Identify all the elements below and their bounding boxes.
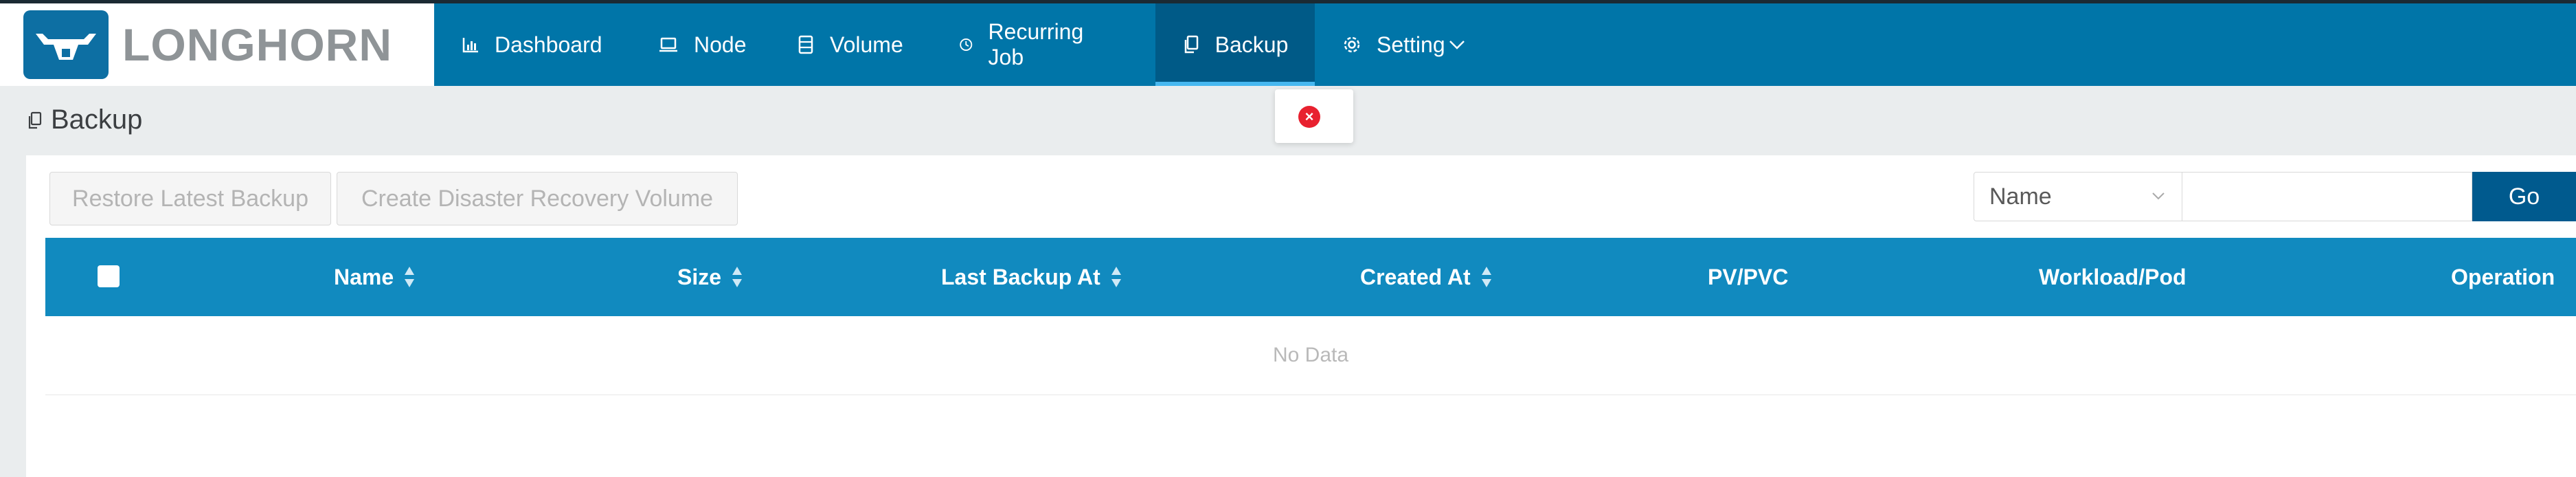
search-field-value: Name [1989, 183, 2052, 210]
column-header-size[interactable]: Size [677, 238, 743, 316]
sort-icon[interactable] [1110, 265, 1122, 289]
column-header-operation: Operation [2451, 264, 2555, 289]
nav-setting[interactable]: Setting [1342, 3, 1466, 86]
create-dr-volume-button[interactable]: Create Disaster Recovery Volume [337, 172, 738, 225]
nav-recurring-job[interactable]: Recurring Job [959, 3, 1089, 86]
logo-area[interactable]: LONGHORN [0, 3, 434, 86]
bar-chart-icon [462, 38, 478, 53]
nav-backup[interactable]: Backup [1155, 3, 1315, 86]
empty-table-message: No Data [45, 316, 2576, 395]
nav-volume[interactable]: Volume [797, 3, 903, 86]
nav-setting-label: Setting [1377, 32, 1445, 57]
nav-node[interactable]: Node [658, 3, 747, 86]
sort-icon[interactable] [1480, 265, 1493, 289]
select-all-checkbox[interactable] [98, 265, 120, 287]
nav-volume-label: Volume [830, 32, 903, 57]
error-circle-icon: × [1298, 106, 1320, 128]
page-title-text: Backup [51, 104, 143, 135]
column-header-created-at[interactable]: Created At [1360, 238, 1493, 316]
copy-icon [1184, 35, 1198, 54]
logo-text: LONGHORN [122, 19, 392, 70]
longhorn-logo-icon [23, 10, 109, 79]
column-header-name[interactable]: Name [334, 238, 416, 316]
app-header: LONGHORN Dashboard Node Volume Recurring… [0, 3, 2576, 86]
column-header-pv-pvc: PV/PVC [1708, 264, 1789, 289]
laptop-icon [659, 37, 677, 52]
column-header-workload-pod: Workload/Pod [2039, 264, 2187, 289]
page-title: Backup [26, 104, 142, 135]
sort-icon[interactable] [403, 265, 416, 289]
gear-icon [1344, 36, 1360, 53]
database-icon [798, 35, 813, 54]
error-toast: × [1275, 89, 1353, 143]
column-header-last-backup-at[interactable]: Last Backup At [941, 238, 1122, 316]
nav-dashboard[interactable]: Dashboard [462, 3, 602, 86]
nav-backup-label: Backup [1214, 32, 1289, 57]
nav-dashboard-label: Dashboard [495, 32, 602, 57]
sort-icon[interactable] [731, 265, 743, 289]
search-field-select[interactable]: Name [1974, 172, 2182, 221]
backup-panel: Restore Latest Backup Create Disaster Re… [26, 155, 2576, 477]
search-input[interactable] [2182, 172, 2472, 221]
table-header: Name Size Last Backup At Created At PV/P… [45, 238, 2576, 316]
copy-icon [28, 111, 42, 129]
go-button[interactable]: Go [2472, 172, 2576, 221]
nav-node-label: Node [694, 32, 747, 57]
chevron-down-icon [2152, 192, 2165, 200]
chevron-down-icon [1449, 41, 1465, 49]
restore-latest-backup-button[interactable]: Restore Latest Backup [49, 172, 331, 225]
nav-recurring-job-label: Recurring Job [988, 19, 1084, 69]
clock-icon [960, 38, 973, 51]
